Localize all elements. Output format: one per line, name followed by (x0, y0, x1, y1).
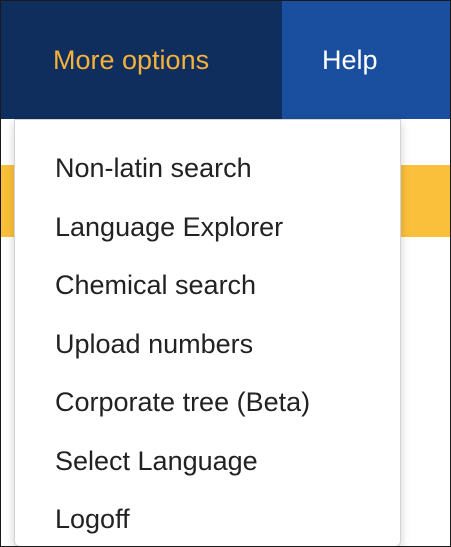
more-options-dropdown: Non-latin search Language Explorer Chemi… (14, 119, 401, 546)
app-window: More options Help Non-latin search Langu… (0, 0, 451, 547)
menu-item-non-latin-search[interactable]: Non-latin search (15, 139, 400, 198)
nav-more-options[interactable]: More options (1, 1, 282, 119)
menu-item-upload-numbers[interactable]: Upload numbers (15, 315, 400, 374)
menu-item-logoff[interactable]: Logoff (15, 490, 400, 546)
nav-help-label: Help (322, 44, 378, 75)
menu-item-language-explorer[interactable]: Language Explorer (15, 198, 400, 257)
menu-item-corporate-tree[interactable]: Corporate tree (Beta) (15, 373, 400, 432)
menu-item-chemical-search[interactable]: Chemical search (15, 256, 400, 315)
menu-item-select-language[interactable]: Select Language (15, 432, 400, 491)
top-navbar: More options Help (1, 1, 450, 119)
nav-help[interactable]: Help (282, 1, 378, 119)
nav-more-options-label: More options (53, 44, 210, 75)
